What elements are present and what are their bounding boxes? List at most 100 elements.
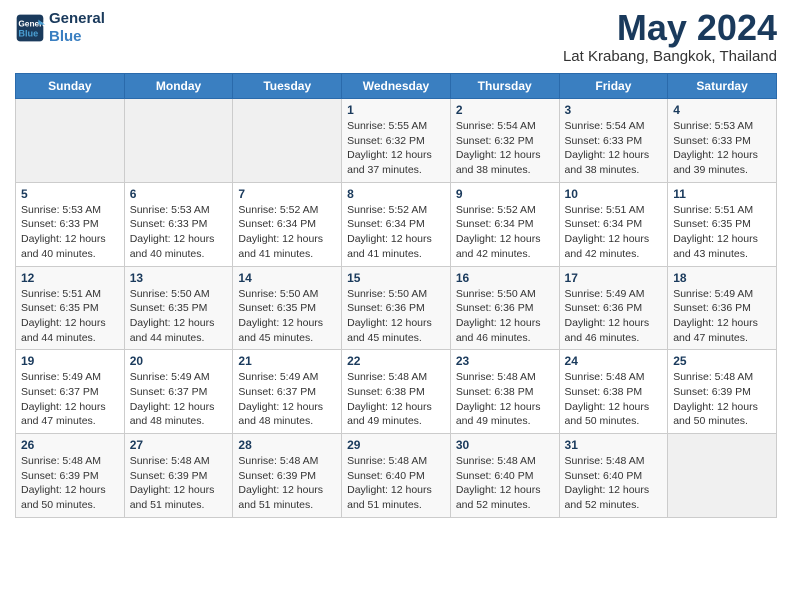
day-info: Sunrise: 5:54 AM Sunset: 6:32 PM Dayligh…	[456, 119, 554, 178]
day-info: Sunrise: 5:50 AM Sunset: 6:35 PM Dayligh…	[238, 287, 336, 346]
day-info: Sunrise: 5:51 AM Sunset: 6:34 PM Dayligh…	[565, 203, 663, 262]
day-number: 12	[21, 271, 119, 285]
weekday-header-saturday: Saturday	[668, 74, 777, 99]
day-info: Sunrise: 5:50 AM Sunset: 6:35 PM Dayligh…	[130, 287, 228, 346]
calendar-cell: 3 Sunrise: 5:54 AM Sunset: 6:33 PM Daylig…	[559, 99, 668, 183]
weekday-header-friday: Friday	[559, 74, 668, 99]
day-info: Sunrise: 5:48 AM Sunset: 6:38 PM Dayligh…	[565, 370, 663, 429]
day-info: Sunrise: 5:48 AM Sunset: 6:40 PM Dayligh…	[347, 454, 445, 513]
day-number: 19	[21, 354, 119, 368]
day-info: Sunrise: 5:55 AM Sunset: 6:32 PM Dayligh…	[347, 119, 445, 178]
day-number: 1	[347, 103, 445, 117]
calendar-cell: 14Sunrise: 5:50 AM Sunset: 6:35 PM Dayli…	[233, 266, 342, 350]
day-number: 15	[347, 271, 445, 285]
calendar-cell: 5Sunrise: 5:53 AM Sunset: 6:33 PM Daylig…	[16, 182, 125, 266]
day-number: 11	[673, 187, 771, 201]
calendar-cell	[233, 99, 342, 183]
day-info: Sunrise: 5:49 AM Sunset: 6:37 PM Dayligh…	[238, 370, 336, 429]
day-number: 27	[130, 438, 228, 452]
day-info: Sunrise: 5:53 AM Sunset: 6:33 PM Dayligh…	[21, 203, 119, 262]
calendar-cell: 2 Sunrise: 5:54 AM Sunset: 6:32 PM Daylig…	[450, 99, 559, 183]
day-number: 17	[565, 271, 663, 285]
weekday-header-wednesday: Wednesday	[342, 74, 451, 99]
day-number: 25	[673, 354, 771, 368]
day-number: 6	[130, 187, 228, 201]
calendar-cell: 22 Sunrise: 5:48 AM Sunset: 6:38 PM Dayli…	[342, 350, 451, 434]
day-number: 24	[565, 354, 663, 368]
day-info: Sunrise: 5:48 AM Sunset: 6:39 PM Dayligh…	[21, 454, 119, 513]
calendar-cell: 17 Sunrise: 5:49 AM Sunset: 6:36 PM Dayli…	[559, 266, 668, 350]
calendar-cell: 28 Sunrise: 5:48 AM Sunset: 6:39 PM Dayli…	[233, 434, 342, 518]
day-number: 29	[347, 438, 445, 452]
weekday-header-monday: Monday	[124, 74, 233, 99]
calendar-cell	[16, 99, 125, 183]
day-number: 26	[21, 438, 119, 452]
calendar-cell: 12 Sunrise: 5:51 AM Sunset: 6:35 PM Dayli…	[16, 266, 125, 350]
calendar-cell: 26 Sunrise: 5:48 AM Sunset: 6:39 PM Dayli…	[16, 434, 125, 518]
week-row-2: 5Sunrise: 5:53 AM Sunset: 6:33 PM Daylig…	[16, 182, 777, 266]
calendar-cell: 24 Sunrise: 5:48 AM Sunset: 6:38 PM Dayli…	[559, 350, 668, 434]
calendar-cell: 9Sunrise: 5:52 AM Sunset: 6:34 PM Daylig…	[450, 182, 559, 266]
day-info: Sunrise: 5:48 AM Sunset: 6:38 PM Dayligh…	[347, 370, 445, 429]
page-header: General Blue General Blue May 2024 Lat K…	[15, 10, 777, 65]
day-info: Sunrise: 5:54 AM Sunset: 6:33 PM Dayligh…	[565, 119, 663, 178]
calendar-cell: 31 Sunrise: 5:48 AM Sunset: 6:40 PM Dayli…	[559, 434, 668, 518]
calendar-cell: 11 Sunrise: 5:51 AM Sunset: 6:35 PM Dayli…	[668, 182, 777, 266]
calendar-cell: 23 Sunrise: 5:48 AM Sunset: 6:38 PM Dayli…	[450, 350, 559, 434]
day-number: 23	[456, 354, 554, 368]
day-info: Sunrise: 5:52 AM Sunset: 6:34 PM Dayligh…	[238, 203, 336, 262]
day-info: Sunrise: 5:49 AM Sunset: 6:37 PM Dayligh…	[130, 370, 228, 429]
weekday-header-row: SundayMondayTuesdayWednesdayThursdayFrid…	[16, 74, 777, 99]
day-number: 20	[130, 354, 228, 368]
day-number: 9	[456, 187, 554, 201]
calendar-cell: 25 Sunrise: 5:48 AM Sunset: 6:39 PM Dayli…	[668, 350, 777, 434]
day-number: 10	[565, 187, 663, 201]
day-number: 3	[565, 103, 663, 117]
week-row-3: 12 Sunrise: 5:51 AM Sunset: 6:35 PM Dayli…	[16, 266, 777, 350]
calendar-cell: 20 Sunrise: 5:49 AM Sunset: 6:37 PM Dayli…	[124, 350, 233, 434]
day-info: Sunrise: 5:48 AM Sunset: 6:38 PM Dayligh…	[456, 370, 554, 429]
day-number: 22	[347, 354, 445, 368]
week-row-1: 1 Sunrise: 5:55 AM Sunset: 6:32 PM Daylig…	[16, 99, 777, 183]
calendar-cell	[668, 434, 777, 518]
day-number: 2	[456, 103, 554, 117]
calendar-title: May 2024	[563, 10, 777, 46]
day-info: Sunrise: 5:51 AM Sunset: 6:35 PM Dayligh…	[21, 287, 119, 346]
calendar-cell: 16 Sunrise: 5:50 AM Sunset: 6:36 PM Dayli…	[450, 266, 559, 350]
title-area: May 2024 Lat Krabang, Bangkok, Thailand	[563, 10, 777, 65]
calendar-cell: 18 Sunrise: 5:49 AM Sunset: 6:36 PM Dayli…	[668, 266, 777, 350]
weekday-header-sunday: Sunday	[16, 74, 125, 99]
calendar-cell: 15Sunrise: 5:50 AM Sunset: 6:36 PM Dayli…	[342, 266, 451, 350]
calendar-cell: 7 Sunrise: 5:52 AM Sunset: 6:34 PM Daylig…	[233, 182, 342, 266]
day-number: 30	[456, 438, 554, 452]
calendar-table: SundayMondayTuesdayWednesdayThursdayFrid…	[15, 73, 777, 518]
day-info: Sunrise: 5:48 AM Sunset: 6:39 PM Dayligh…	[130, 454, 228, 513]
week-row-4: 19 Sunrise: 5:49 AM Sunset: 6:37 PM Dayli…	[16, 350, 777, 434]
day-info: Sunrise: 5:48 AM Sunset: 6:39 PM Dayligh…	[238, 454, 336, 513]
day-number: 28	[238, 438, 336, 452]
day-info: Sunrise: 5:48 AM Sunset: 6:39 PM Dayligh…	[673, 370, 771, 429]
weekday-header-tuesday: Tuesday	[233, 74, 342, 99]
day-info: Sunrise: 5:49 AM Sunset: 6:37 PM Dayligh…	[21, 370, 119, 429]
day-info: Sunrise: 5:48 AM Sunset: 6:40 PM Dayligh…	[456, 454, 554, 513]
calendar-cell: 8Sunrise: 5:52 AM Sunset: 6:34 PM Daylig…	[342, 182, 451, 266]
calendar-cell: 1 Sunrise: 5:55 AM Sunset: 6:32 PM Daylig…	[342, 99, 451, 183]
calendar-subtitle: Lat Krabang, Bangkok, Thailand	[563, 48, 777, 65]
day-info: Sunrise: 5:51 AM Sunset: 6:35 PM Dayligh…	[673, 203, 771, 262]
day-number: 7	[238, 187, 336, 201]
calendar-cell: 6Sunrise: 5:53 AM Sunset: 6:33 PM Daylig…	[124, 182, 233, 266]
calendar-cell: 30 Sunrise: 5:48 AM Sunset: 6:40 PM Dayli…	[450, 434, 559, 518]
day-number: 18	[673, 271, 771, 285]
day-number: 31	[565, 438, 663, 452]
day-info: Sunrise: 5:48 AM Sunset: 6:40 PM Dayligh…	[565, 454, 663, 513]
day-number: 16	[456, 271, 554, 285]
day-info: Sunrise: 5:53 AM Sunset: 6:33 PM Dayligh…	[673, 119, 771, 178]
day-info: Sunrise: 5:49 AM Sunset: 6:36 PM Dayligh…	[565, 287, 663, 346]
day-info: Sunrise: 5:49 AM Sunset: 6:36 PM Dayligh…	[673, 287, 771, 346]
logo: General Blue General Blue	[15, 10, 105, 46]
calendar-cell: 19 Sunrise: 5:49 AM Sunset: 6:37 PM Dayli…	[16, 350, 125, 434]
calendar-cell: 13 Sunrise: 5:50 AM Sunset: 6:35 PM Dayli…	[124, 266, 233, 350]
day-number: 13	[130, 271, 228, 285]
calendar-cell: 27 Sunrise: 5:48 AM Sunset: 6:39 PM Dayli…	[124, 434, 233, 518]
day-info: Sunrise: 5:50 AM Sunset: 6:36 PM Dayligh…	[456, 287, 554, 346]
